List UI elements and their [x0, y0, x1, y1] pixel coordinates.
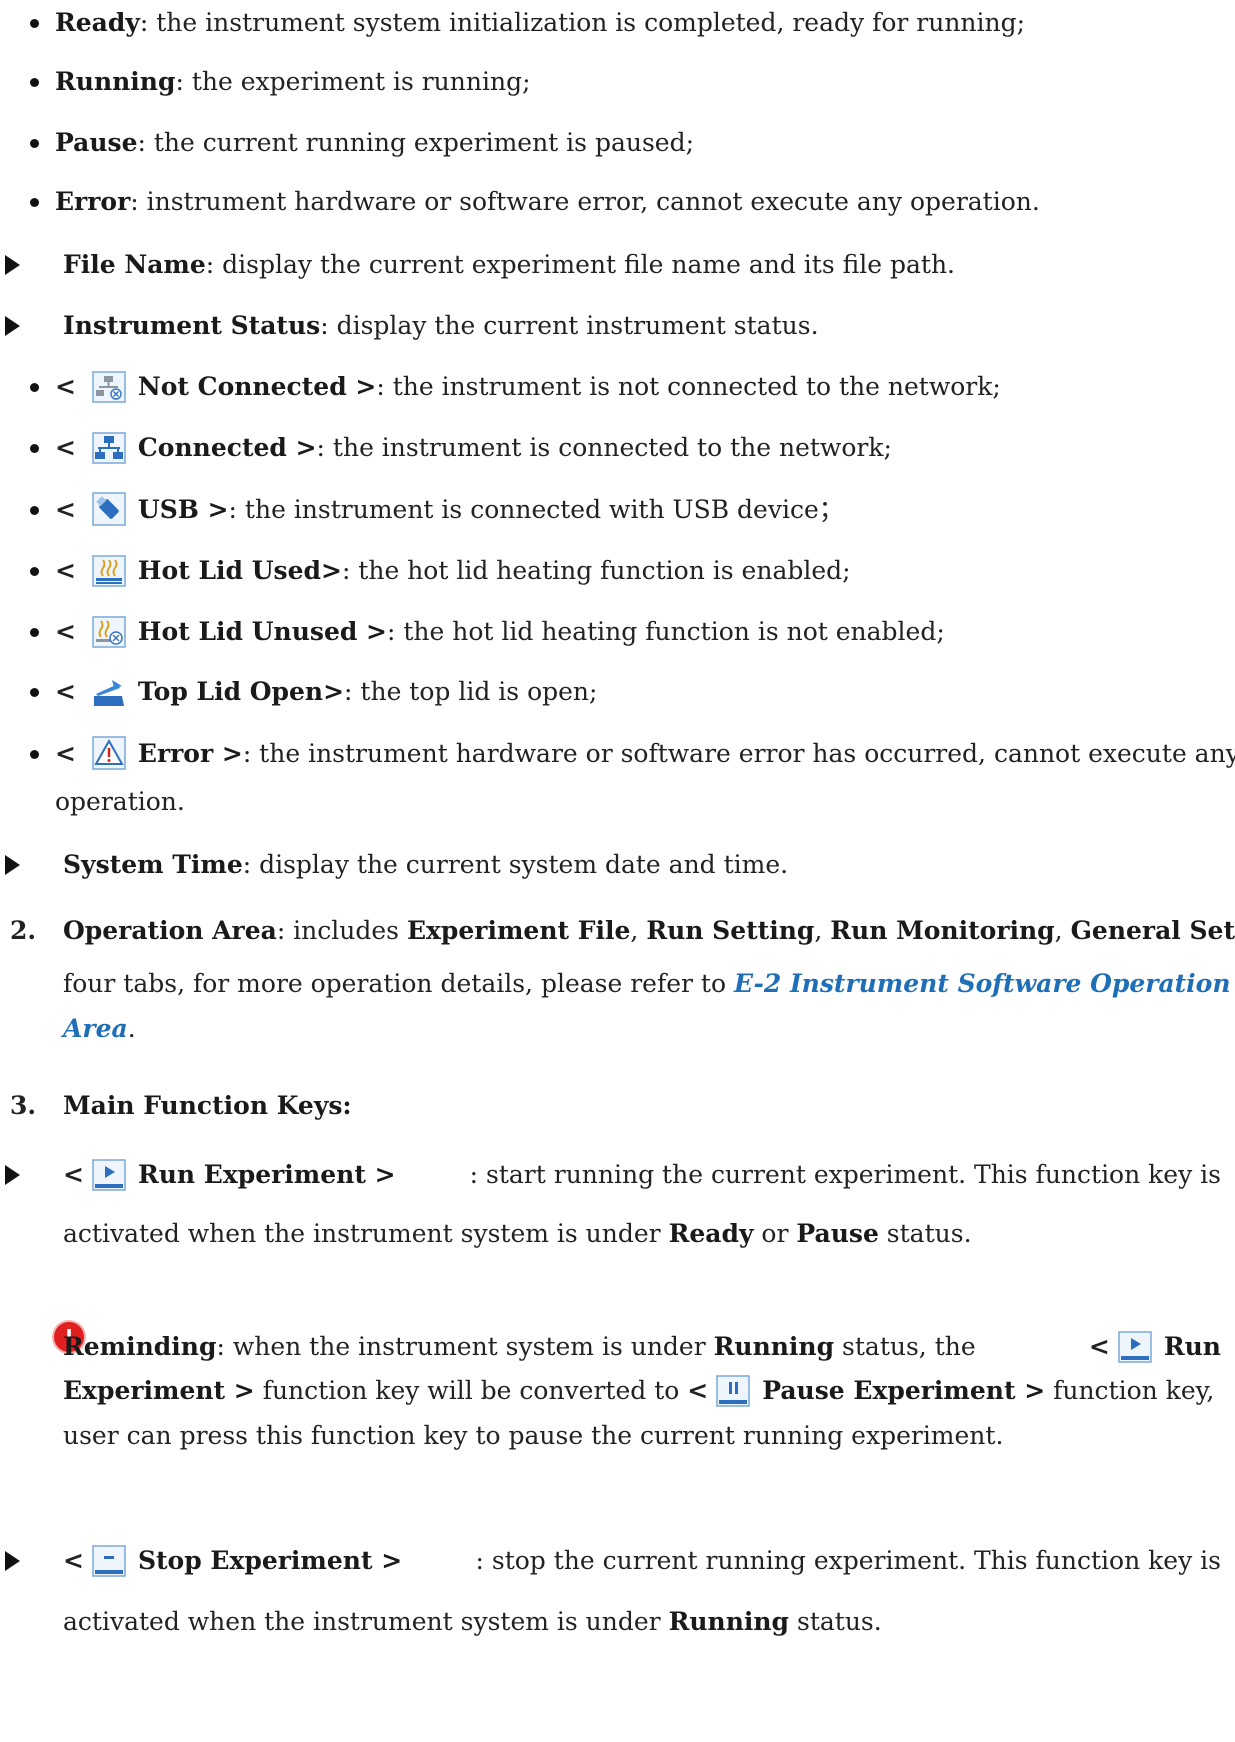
file-name-item: File Name: display the current experimen…	[63, 250, 956, 279]
bullet	[30, 688, 39, 697]
run-experiment-line2: activated when the instrument system is …	[63, 1219, 972, 1248]
top-lid-open-icon	[92, 678, 126, 718]
operation-area-para: Operation Area: includes Experiment File…	[63, 916, 1235, 945]
status-top-lid-open: < Top Lid Open>: the top lid is open;	[55, 674, 597, 718]
section-number: 3.	[10, 1091, 37, 1120]
stop-experiment-line1: < Stop Experiment > : stop the current ru…	[63, 1543, 1221, 1587]
reminding-line3: user can press this function key to paus…	[63, 1421, 1004, 1450]
arrow-bullet-icon	[5, 316, 20, 336]
network-disconnected-icon	[92, 371, 126, 413]
bullet	[30, 383, 39, 392]
bullet	[30, 139, 39, 148]
bullet	[30, 506, 39, 515]
run-experiment-icon	[92, 1159, 126, 1201]
stop-experiment-icon	[92, 1545, 126, 1587]
pause-experiment-icon	[716, 1375, 750, 1417]
run-experiment-line1: < Run Experiment > : start running the cu…	[63, 1157, 1221, 1201]
status-error-icon-item-cont: operation.	[55, 787, 185, 816]
arrow-bullet-icon	[5, 855, 20, 875]
operation-area-para-3: Area.	[63, 1014, 136, 1043]
status-error-icon-item: < Error >: the instrument hardware or so…	[55, 736, 1235, 780]
usb-icon	[92, 492, 126, 536]
status-pause: Pause: the current running experiment is…	[55, 128, 695, 157]
stop-experiment-line2: activated when the instrument system is …	[63, 1607, 882, 1636]
bullet	[30, 444, 39, 453]
reminding-line1: Reminding: when the instrument system is…	[63, 1329, 1221, 1373]
bullet	[30, 750, 39, 759]
system-time-item: System Time: display the current system …	[63, 850, 789, 879]
status-not-connected: < Not Connected >: the instrument is not…	[55, 369, 1001, 413]
status-ready: Ready: the instrument system initializat…	[55, 8, 1026, 37]
instrument-status-item: Instrument Status: display the current i…	[63, 311, 819, 340]
status-running: Running: the experiment is running;	[55, 67, 531, 96]
arrow-bullet-icon	[5, 255, 20, 275]
main-function-keys-title: Main Function Keys:	[63, 1091, 352, 1120]
section-link[interactable]: Area	[63, 1014, 128, 1043]
section-number: 2.	[10, 916, 37, 945]
hot-lid-unused-icon	[92, 616, 126, 658]
run-experiment-icon	[1118, 1331, 1152, 1373]
status-connected: < Connected >: the instrument is connect…	[55, 430, 892, 474]
reminding-line2: Experiment > function key will be conver…	[63, 1373, 1214, 1417]
network-connected-icon	[92, 432, 126, 474]
bullet	[30, 198, 39, 207]
bullet	[30, 628, 39, 637]
arrow-bullet-icon	[5, 1551, 20, 1571]
bullet	[30, 78, 39, 87]
status-error: Error: instrument hardware or software e…	[55, 187, 1040, 216]
status-hot-lid-unused: < Hot Lid Unused >: the hot lid heating …	[55, 614, 945, 658]
hot-lid-used-icon	[92, 555, 126, 597]
status-usb: < USB >: the instrument is connected wit…	[55, 492, 844, 536]
status-hot-lid-used: < Hot Lid Used>: the hot lid heating fun…	[55, 553, 851, 597]
bullet	[30, 567, 39, 576]
operation-area-para-2: four tabs, for more operation details, p…	[63, 969, 1231, 998]
section-link[interactable]: E-2 Instrument Software Operation	[734, 969, 1231, 998]
bullet	[30, 19, 39, 28]
arrow-bullet-icon	[5, 1165, 20, 1185]
warning-triangle-icon	[92, 736, 126, 780]
